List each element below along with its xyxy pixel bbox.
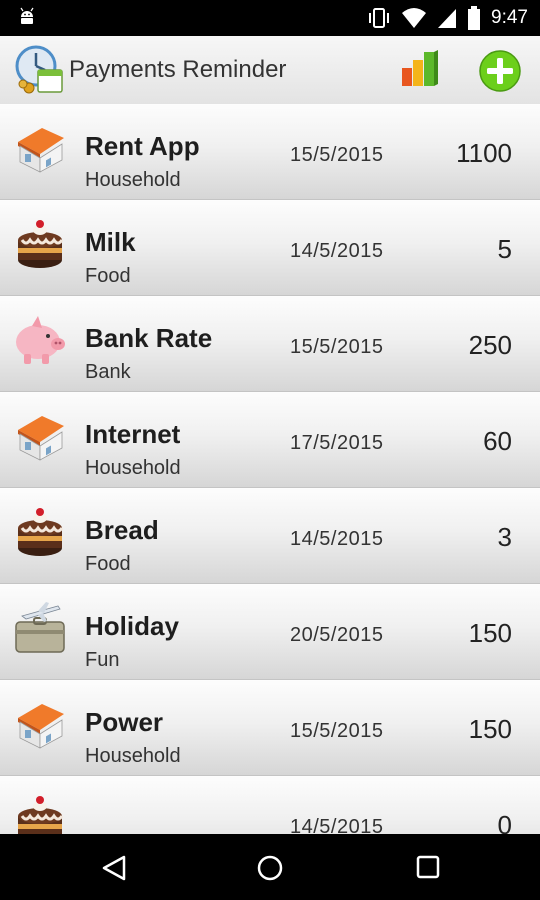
back-icon[interactable] [100,854,128,882]
list-item[interactable]: Power Household 15/5/2015 150 [0,680,540,776]
payment-name: Bank Rate [85,323,213,353]
payments-list[interactable]: Rent App Household 15/5/2015 1100 Milk F… [0,104,540,834]
payment-category: Food [85,553,131,575]
payment-date: 15/5/2015 [290,144,384,166]
payment-amount: 60 [483,426,512,456]
list-item[interactable]: Milk Food 14/5/2015 5 [0,200,540,296]
payment-amount: 5 [497,234,512,264]
payment-name: Holiday [85,611,179,641]
list-item[interactable]: 14/5/2015 0 [0,776,540,834]
home-icon[interactable] [255,853,285,883]
list-item[interactable]: Bank Rate Bank 15/5/2015 250 [0,296,540,392]
piggy-bank-icon [12,312,68,368]
bar-chart-icon[interactable] [400,48,446,92]
wifi-icon [402,8,427,28]
payment-name: Rent App [85,131,200,161]
list-item[interactable]: Rent App Household 15/5/2015 1100 [0,104,540,200]
payment-date: 15/5/2015 [290,336,384,358]
payment-amount: 0 [497,810,512,834]
payment-category: Bank [85,361,131,383]
cake-icon [12,216,68,272]
payment-category: Household [85,457,181,479]
house-icon [12,120,68,176]
payment-date: 17/5/2015 [290,432,384,454]
payment-category: Household [85,169,181,191]
payment-amount: 150 [468,618,512,648]
cake-icon [12,504,68,560]
payment-amount: 3 [497,522,512,552]
house-icon [12,696,68,752]
list-item[interactable]: Holiday Fun 20/5/2015 150 [0,584,540,680]
payment-amount: 1100 [456,138,512,168]
payment-category: Household [85,745,181,767]
payment-amount: 250 [468,330,512,360]
signal-icon [438,9,457,28]
list-item[interactable]: Internet Household 17/5/2015 60 [0,392,540,488]
payment-category: Food [85,265,131,287]
recents-icon[interactable] [415,854,441,880]
add-icon[interactable] [478,49,522,93]
payment-date: 14/5/2015 [290,816,384,834]
payment-date: 20/5/2015 [290,624,384,646]
action-bar: Payments Reminder [0,36,540,105]
payment-category: Fun [85,649,120,671]
app-title: Payments Reminder [69,56,287,83]
android-debug-icon [20,7,34,24]
navigation-bar [0,834,540,900]
status-time: 9:47 [491,7,528,28]
list-item[interactable]: Bread Food 14/5/2015 3 [0,488,540,584]
payment-name: Bread [85,515,159,545]
payment-name: Milk [85,227,136,257]
payment-date: 14/5/2015 [290,528,384,550]
app-clock-calendar-icon [15,45,63,94]
payment-date: 15/5/2015 [290,720,384,742]
house-icon [12,408,68,464]
payment-amount: 150 [468,714,512,744]
payment-name: Power [85,707,164,737]
suitcase-plane-icon [12,600,68,656]
payment-name: Internet [85,419,181,449]
payment-date: 14/5/2015 [290,240,384,262]
status-bar: 9:47 [0,0,540,36]
battery-icon [468,6,481,30]
vibrate-icon [369,8,390,28]
cake-icon [12,792,68,834]
